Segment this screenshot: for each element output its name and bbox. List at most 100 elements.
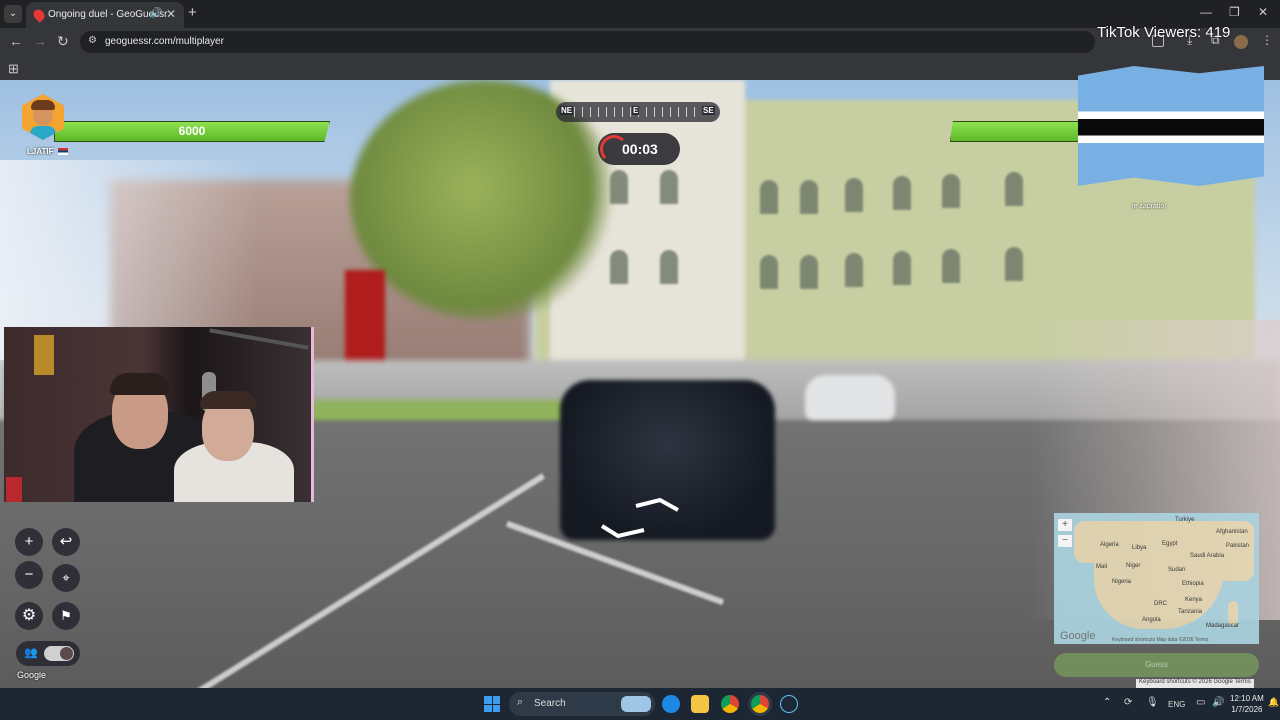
- window: [660, 250, 678, 284]
- file-explorer-icon[interactable]: [691, 695, 709, 713]
- new-tab-button[interactable]: +: [188, 4, 197, 21]
- map-label: Niger: [1126, 563, 1141, 569]
- speaker-icon[interactable]: 🔊: [150, 8, 162, 19]
- close-window-icon[interactable]: ✕: [1258, 5, 1268, 19]
- taskbar-search[interactable]: ⌕ Search: [509, 692, 655, 716]
- notification-bell-icon[interactable]: 🔔: [1268, 697, 1279, 708]
- network-icon[interactable]: ▭: [1196, 697, 1205, 708]
- compass-ne: NE: [560, 106, 574, 115]
- map-label: Madagascar: [1206, 623, 1240, 629]
- taskbar-clock[interactable]: 12:10 AM 1/7/2026: [1230, 693, 1264, 715]
- white-car: [805, 375, 895, 420]
- maximize-icon[interactable]: ❐: [1229, 5, 1240, 19]
- close-tab-icon[interactable]: ✕: [166, 7, 176, 21]
- map-google-logo: Google: [1060, 630, 1096, 642]
- map-label: Libya: [1132, 545, 1147, 551]
- active-tab[interactable]: Ongoing duel - GeoGuessr 🔊 ✕: [26, 2, 184, 28]
- undo-move-button[interactable]: ↩: [52, 528, 80, 556]
- forward-icon[interactable]: →: [33, 33, 47, 49]
- map-label: Mali: [1096, 564, 1108, 570]
- browser-tab-bar: ⌄ Ongoing duel - GeoGuessr 🔊 ✕ + — ❐ ✕: [0, 0, 1280, 28]
- streamer-right-hair: [200, 391, 256, 409]
- map-label: DRC: [1154, 601, 1167, 607]
- chrome-icon[interactable]: [721, 695, 739, 713]
- tiktok-viewers-overlay: TikTok Viewers: 419: [1097, 24, 1231, 41]
- navigation-arrows-icon[interactable]: [598, 496, 682, 540]
- clock-time: 12:10 AM: [1230, 694, 1264, 703]
- show-hidden-icons[interactable]: ⌃: [1103, 697, 1111, 708]
- chat-text: je zapratio!: [1132, 203, 1167, 210]
- window: [760, 255, 778, 289]
- map-zoom-out-button[interactable]: −: [1058, 535, 1072, 547]
- tab-search-button[interactable]: ⌄: [4, 5, 22, 23]
- botswana-flag: [1078, 66, 1264, 186]
- compass-se: SE: [702, 106, 715, 115]
- window: [610, 250, 628, 284]
- site-info-icon[interactable]: ⚙: [88, 35, 97, 46]
- profile-avatar[interactable]: [1234, 35, 1248, 49]
- map-label: Nigeria: [1112, 579, 1132, 585]
- map-attribution[interactable]: Keyboard shortcuts Map data ©2026 Terms: [1112, 637, 1208, 643]
- map-label: Turkiye: [1175, 517, 1195, 523]
- window: [1005, 247, 1023, 281]
- map-label: Kenya: [1185, 597, 1203, 603]
- settings-gear-icon[interactable]: ⚙: [15, 602, 43, 630]
- people-icon: 👥: [24, 647, 38, 659]
- window: [942, 249, 960, 283]
- window: [845, 178, 863, 212]
- window: [1005, 172, 1023, 206]
- opponent-health-bar: [950, 121, 1090, 142]
- window: [845, 253, 863, 287]
- window: [893, 251, 911, 285]
- microphone-icon[interactable]: 🎙: [1146, 697, 1159, 708]
- map-label: Egypt: [1162, 541, 1178, 547]
- apps-grid-icon[interactable]: ⊞: [8, 61, 19, 77]
- windows-start-icon[interactable]: [484, 696, 500, 712]
- map-label: Sudan: [1168, 567, 1186, 573]
- webcam-background: [6, 477, 22, 502]
- chrome-active-icon[interactable]: [751, 695, 769, 713]
- kebab-menu-icon[interactable]: ⋮: [1261, 33, 1273, 47]
- window: [893, 176, 911, 210]
- streamer-left-hair: [110, 373, 170, 395]
- timer-text: 00:03: [622, 141, 658, 157]
- webcam-overlay: [4, 327, 314, 502]
- map-zoom-in-button[interactable]: +: [1058, 519, 1072, 531]
- zoom-in-button[interactable]: +: [15, 528, 43, 556]
- sync-icon[interactable]: ⟳: [1124, 697, 1132, 708]
- back-icon[interactable]: ←: [9, 33, 23, 49]
- windows-taskbar: ⌕ Search ⌃ ⟳ 🎙 ENG ▭ 🔊 12:10 AM 1/7/2026…: [0, 688, 1280, 720]
- language-indicator[interactable]: ENG: [1168, 700, 1185, 709]
- map-label: Tanzania: [1178, 609, 1203, 615]
- address-bar-row: ← → ↻ ⚙ geoguessr.com/multiplayer ⤓ ⧉ ⋮: [0, 28, 1280, 56]
- return-to-start-icon[interactable]: ⌖: [52, 564, 80, 592]
- window: [800, 180, 818, 214]
- edge-icon[interactable]: [662, 695, 680, 713]
- zoom-out-button[interactable]: −: [15, 561, 43, 589]
- serbia-flag-icon: [58, 148, 68, 155]
- toggle-switch[interactable]: [44, 646, 74, 661]
- minimize-icon[interactable]: —: [1200, 5, 1212, 19]
- spectator-toggle[interactable]: 👥: [16, 641, 80, 666]
- url-field[interactable]: ⚙ geoguessr.com/multiplayer: [80, 31, 1095, 53]
- window: [942, 174, 960, 208]
- compass: NE E SE: [556, 102, 720, 122]
- screen: ⌄ Ongoing duel - GeoGuessr 🔊 ✕ + — ❐ ✕ ←…: [0, 0, 1280, 720]
- compass-e: E: [632, 106, 640, 115]
- window: [800, 255, 818, 289]
- guess-minimap[interactable]: Turkiye Algeria Libya Egypt Afghanistan …: [1054, 513, 1259, 644]
- volume-icon[interactable]: 🔊: [1212, 697, 1224, 708]
- flag-icon[interactable]: ⚑: [52, 602, 80, 630]
- reload-icon[interactable]: ↻: [57, 33, 69, 50]
- map-footer-attribution[interactable]: Keyboard shortcuts © 2026 Google Terms: [1136, 679, 1254, 688]
- window: [760, 180, 778, 214]
- google-logo: Google: [17, 670, 47, 680]
- player-name: LJATIF: [27, 147, 54, 156]
- map-label: Angola: [1142, 617, 1161, 623]
- search-icon: ⌕: [517, 696, 524, 708]
- taskbar-search-label: Search: [534, 698, 566, 709]
- search-highlight-icon: [621, 696, 651, 712]
- guess-button[interactable]: Guess: [1054, 653, 1259, 677]
- steam-icon[interactable]: [780, 695, 798, 713]
- map-label: Algeria: [1100, 542, 1119, 548]
